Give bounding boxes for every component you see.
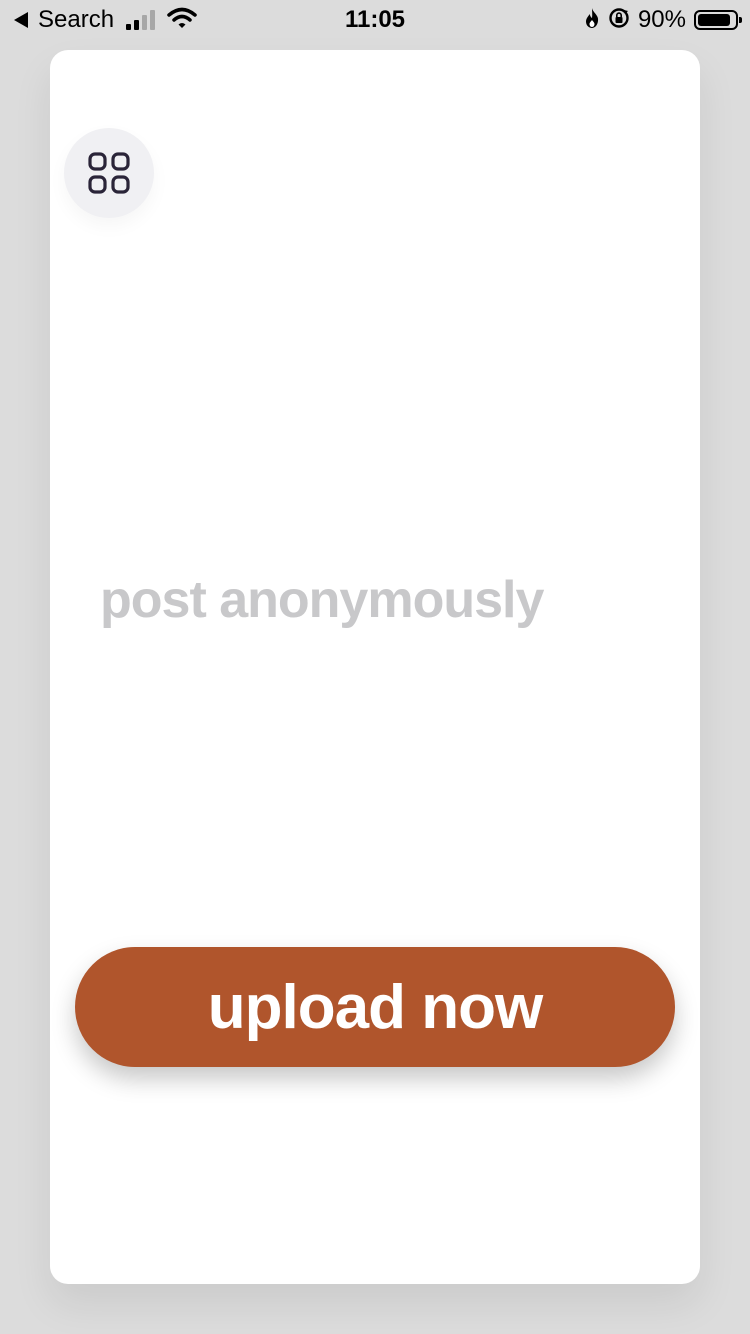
menu-button[interactable] (64, 128, 154, 218)
upload-now-button[interactable]: upload now (75, 947, 675, 1067)
rotation-lock-icon (608, 7, 630, 34)
grid-icon (88, 152, 130, 194)
battery-icon (694, 10, 742, 30)
status-bar: Search 11:05 90% (0, 0, 750, 40)
battery-percent: 90% (637, 6, 686, 33)
battery-level (698, 14, 731, 26)
main-card: post anonymously upload now (50, 50, 700, 1284)
status-right: 90% (584, 6, 742, 34)
tagline-text: post anonymously (100, 571, 544, 629)
flame-icon (584, 7, 600, 34)
